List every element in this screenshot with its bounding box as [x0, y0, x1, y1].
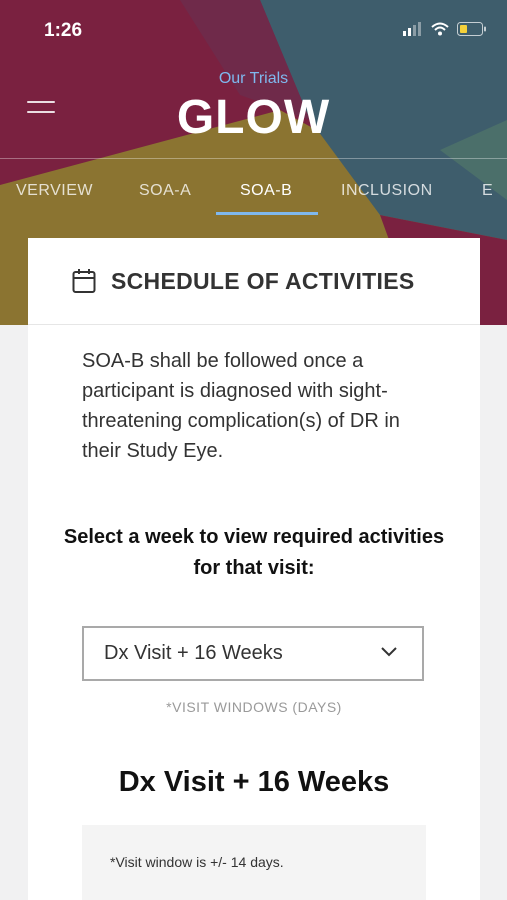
card-title: SCHEDULE OF ACTIVITIES — [111, 268, 415, 294]
visit-windows-label: *VISIT WINDOWS (DAYS) — [166, 699, 342, 715]
visit-window-note: *Visit window is +/- 14 days. — [110, 854, 284, 870]
soa-description: SOA-B shall be followed once a participa… — [82, 350, 400, 462]
battery-icon — [457, 22, 486, 36]
tab-exclusion[interactable]: E — [482, 182, 493, 200]
week-select-value: Dx Visit + 16 Weeks — [104, 642, 283, 664]
signal-icon — [403, 22, 421, 36]
schedule-card: SCHEDULE OF ACTIVITIES SOA-B shall be fo… — [28, 238, 480, 900]
visit-title: Dx Visit + 16 Weeks — [118, 766, 390, 798]
header-subtitle: Our Trials — [218, 70, 289, 87]
tab-soa-b[interactable]: SOA-B — [240, 182, 292, 200]
calendar-icon — [72, 269, 96, 293]
header-divider — [0, 158, 507, 159]
status-time: 1:26 — [44, 20, 83, 41]
tab-inclusion[interactable]: INCLUSION — [341, 182, 433, 200]
tab-overview[interactable]: VERVIEW — [16, 182, 93, 200]
tab-bar: VERVIEW SOA-A SOA-B INCLUSION E — [0, 170, 507, 220]
tab-soa-a[interactable]: SOA-A — [139, 182, 191, 200]
week-select[interactable]: Dx Visit + 16 Weeks — [82, 626, 424, 681]
week-select-prompt: Select a week to view required activitie… — [63, 526, 445, 579]
status-bar: 1:26 — [0, 0, 507, 64]
active-tab-indicator — [216, 212, 318, 215]
card-header: SCHEDULE OF ACTIVITIES — [28, 238, 480, 325]
visit-window-note-box: *Visit window is +/- 14 days. — [82, 825, 426, 900]
status-icons — [403, 22, 487, 36]
chevron-down-icon — [381, 647, 397, 657]
page-title: GLOW — [176, 91, 331, 144]
wifi-icon — [431, 22, 449, 36]
